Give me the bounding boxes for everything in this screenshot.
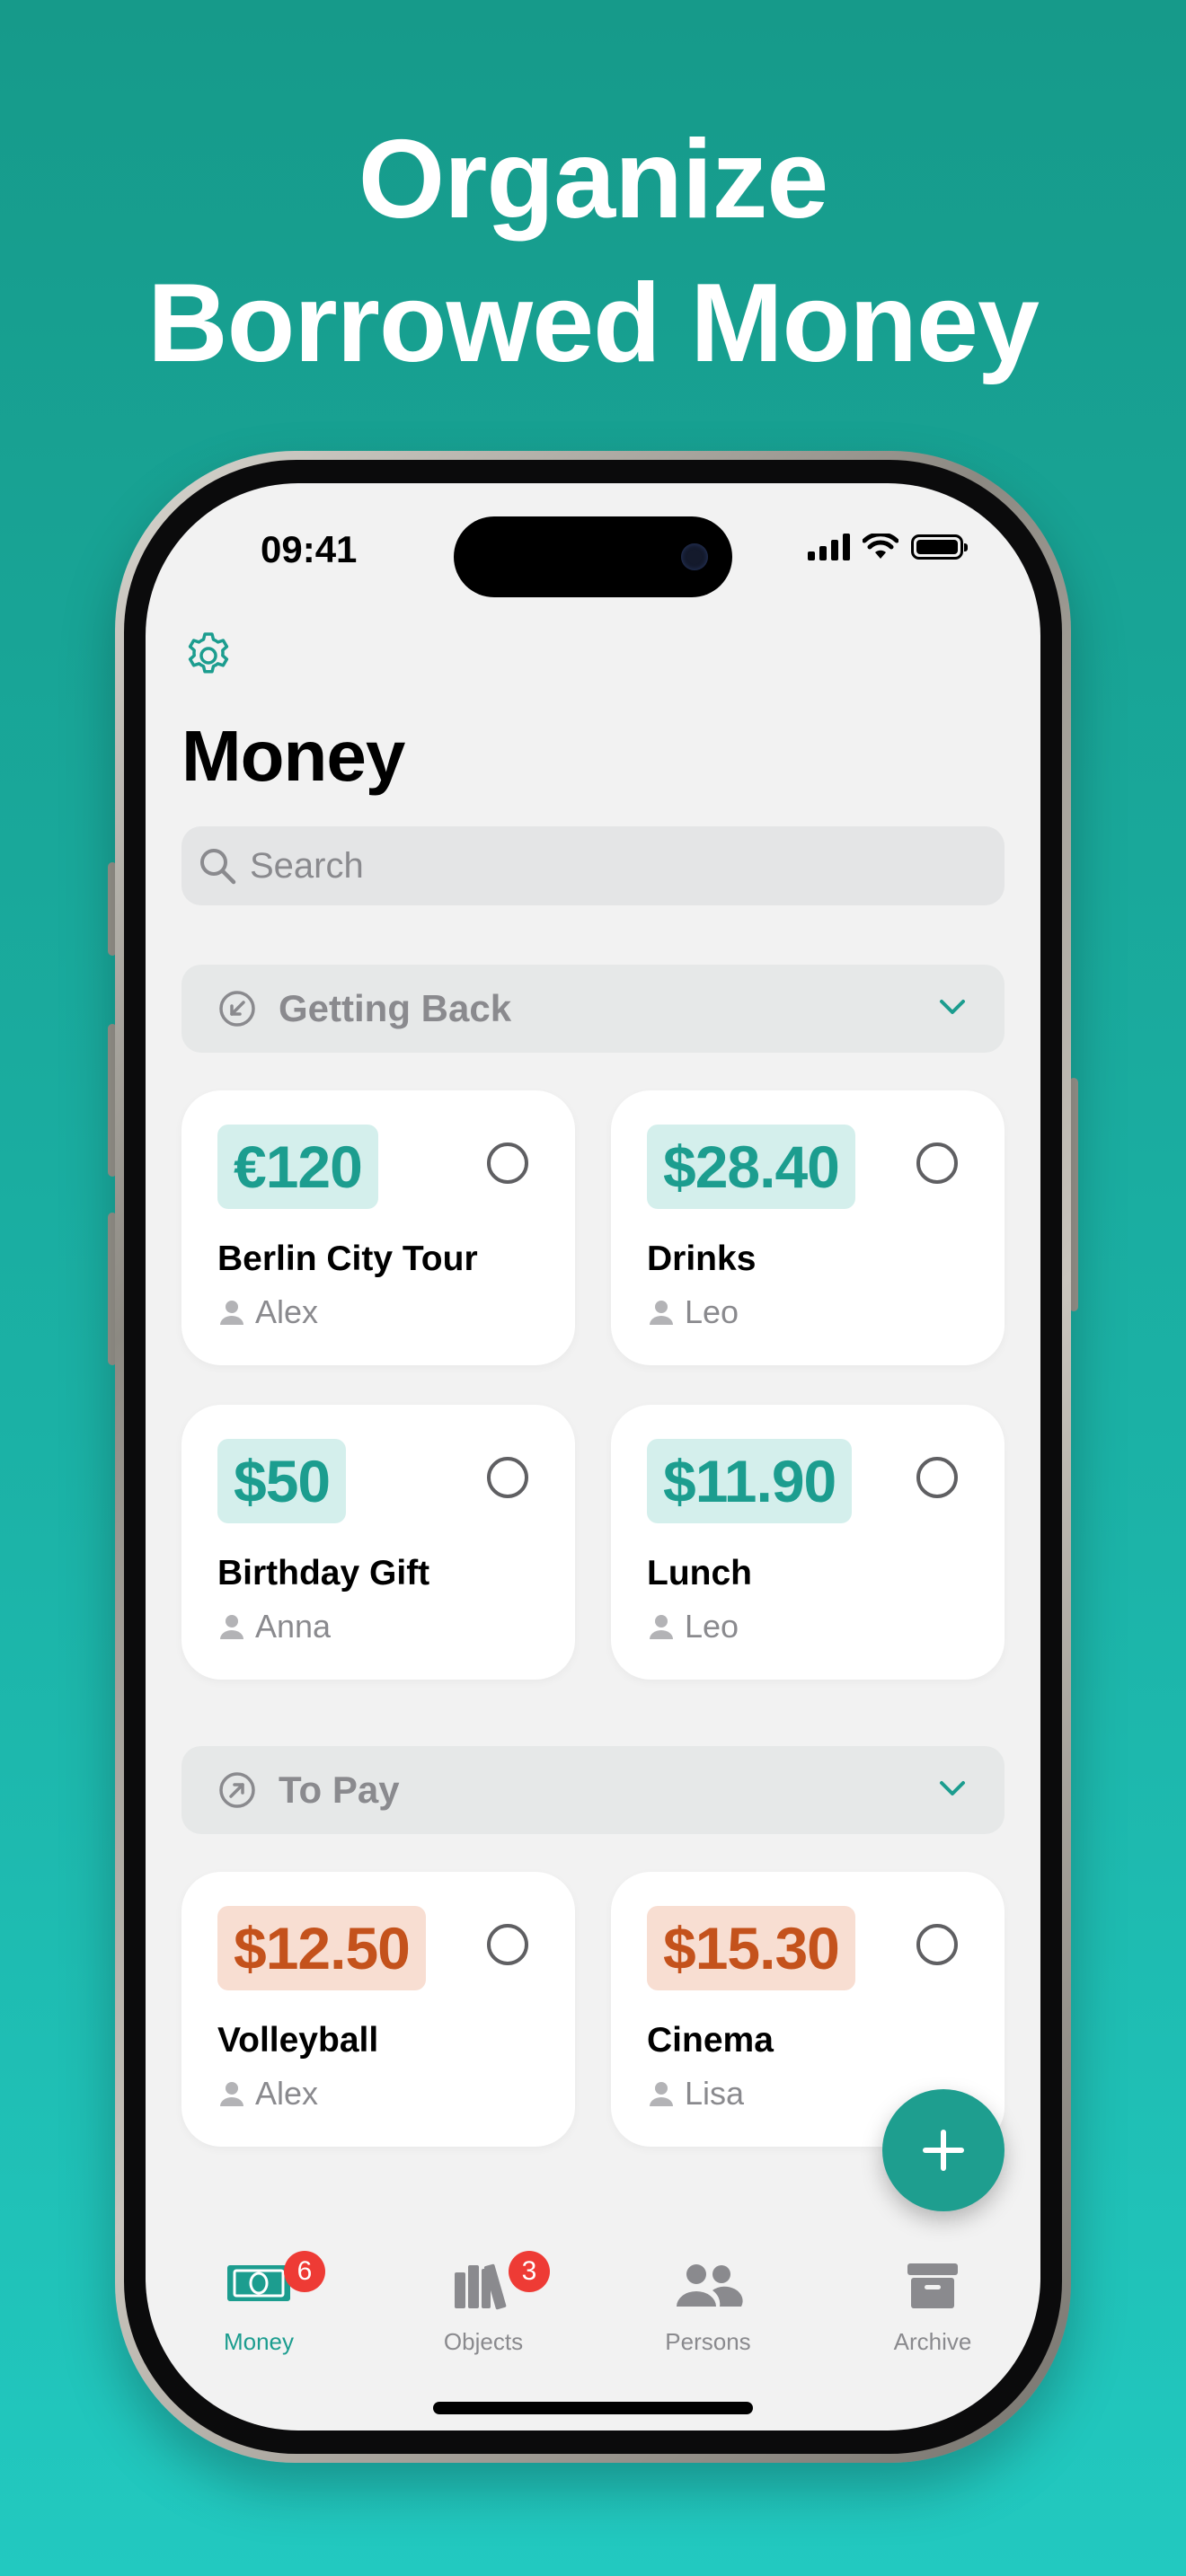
headline-line-1: Organize bbox=[358, 118, 829, 242]
money-card[interactable]: $50 Birthday Gift Anna bbox=[181, 1405, 575, 1680]
arrow-down-left-circle-icon bbox=[219, 991, 255, 1027]
banknote-icon bbox=[227, 2265, 290, 2301]
tab-label: Money bbox=[223, 2328, 295, 2355]
complete-radio-button[interactable] bbox=[487, 1142, 528, 1184]
card-person: Leo bbox=[647, 1608, 739, 1645]
status-icons bbox=[808, 534, 968, 560]
card-title: Volleyball bbox=[217, 2021, 379, 2060]
person-name: Alex bbox=[255, 2075, 319, 2112]
objects-badge: 3 bbox=[509, 2251, 550, 2292]
card-title: Lunch bbox=[647, 1554, 752, 1592]
search-icon bbox=[200, 849, 236, 885]
complete-radio-button[interactable] bbox=[916, 1924, 958, 1965]
home-indicator[interactable] bbox=[433, 2402, 753, 2414]
search-input[interactable] bbox=[248, 829, 1005, 903]
person-name: Lisa bbox=[685, 2075, 745, 2112]
plus-icon bbox=[923, 2130, 964, 2171]
money-card[interactable]: €120 Berlin City Tour Alex bbox=[181, 1090, 575, 1365]
section-to-pay[interactable]: To Pay bbox=[181, 1746, 1005, 1834]
add-entry-button[interactable] bbox=[882, 2089, 1005, 2211]
money-card[interactable]: $11.90 Lunch Leo bbox=[611, 1405, 1005, 1680]
person-name: Alex bbox=[255, 1293, 319, 1330]
chevron-down-icon[interactable] bbox=[938, 1778, 967, 1798]
amount-badge: $50 bbox=[217, 1439, 347, 1523]
settings-gear-icon[interactable] bbox=[181, 629, 235, 683]
money-card[interactable]: $12.50 Volleyball Alex bbox=[181, 1872, 575, 2147]
complete-radio-button[interactable] bbox=[916, 1457, 958, 1498]
card-person: Anna bbox=[217, 1608, 331, 1645]
card-person: Alex bbox=[217, 1293, 318, 1331]
card-person: Alex bbox=[217, 2075, 318, 2113]
amount-badge: $28.40 bbox=[647, 1125, 855, 1209]
wifi-icon bbox=[863, 534, 898, 559]
card-person: Leo bbox=[647, 1293, 739, 1331]
amount-badge: €120 bbox=[217, 1125, 378, 1209]
front-camera bbox=[681, 543, 708, 570]
status-time: 09:41 bbox=[261, 528, 358, 570]
tab-label: Objects bbox=[443, 2328, 524, 2355]
tab-bar: 6 Money 3 Objects Persons Archive bbox=[146, 2244, 1040, 2360]
money-badge: 6 bbox=[284, 2251, 325, 2292]
tab-objects[interactable]: 3 Objects bbox=[394, 2244, 573, 2360]
complete-radio-button[interactable] bbox=[916, 1142, 958, 1184]
persons-icon bbox=[677, 2264, 743, 2307]
chevron-down-icon[interactable] bbox=[938, 997, 967, 1017]
section-getting-back[interactable]: Getting Back bbox=[181, 965, 1005, 1053]
amount-badge: $15.30 bbox=[647, 1906, 855, 1990]
person-icon bbox=[650, 1301, 673, 1325]
tab-persons[interactable]: Persons bbox=[618, 2244, 798, 2360]
section-title: To Pay bbox=[279, 1769, 400, 1811]
complete-radio-button[interactable] bbox=[487, 1457, 528, 1498]
search-bar[interactable] bbox=[181, 826, 1005, 905]
person-icon bbox=[650, 1615, 673, 1639]
money-card[interactable]: $28.40 Drinks Leo bbox=[611, 1090, 1005, 1365]
arrow-up-right-circle-icon bbox=[219, 1772, 255, 1808]
person-name: Leo bbox=[685, 1293, 739, 1330]
battery-icon bbox=[911, 534, 968, 560]
archive-icon bbox=[907, 2263, 958, 2308]
tab-money[interactable]: 6 Money bbox=[169, 2244, 349, 2360]
page-title: Money bbox=[181, 716, 405, 796]
phone-screen: 09:41 Money Getting Back bbox=[146, 483, 1040, 2430]
section-title: Getting Back bbox=[279, 987, 512, 1029]
card-title: Berlin City Tour bbox=[217, 1239, 478, 1278]
amount-badge: $11.90 bbox=[647, 1439, 853, 1523]
person-icon bbox=[220, 1615, 243, 1639]
person-icon bbox=[220, 2082, 243, 2106]
person-icon bbox=[650, 2082, 673, 2106]
books-icon bbox=[455, 2263, 507, 2310]
person-icon bbox=[220, 1301, 243, 1325]
card-title: Drinks bbox=[647, 1239, 757, 1278]
person-name: Anna bbox=[255, 1608, 332, 1645]
tab-archive[interactable]: Archive bbox=[843, 2244, 1022, 2360]
card-title: Cinema bbox=[647, 2021, 774, 2060]
amount-badge: $12.50 bbox=[217, 1906, 426, 1990]
tab-label: Persons bbox=[665, 2328, 751, 2355]
person-name: Leo bbox=[685, 1608, 739, 1645]
headline-line-2: Borrowed Money bbox=[147, 261, 1040, 385]
card-person: Lisa bbox=[647, 2075, 744, 2113]
tab-label: Archive bbox=[893, 2328, 972, 2355]
cellular-signal-icon bbox=[808, 534, 850, 560]
card-title: Birthday Gift bbox=[217, 1554, 430, 1592]
headline: Organize Borrowed Money bbox=[0, 108, 1186, 395]
complete-radio-button[interactable] bbox=[487, 1924, 528, 1965]
